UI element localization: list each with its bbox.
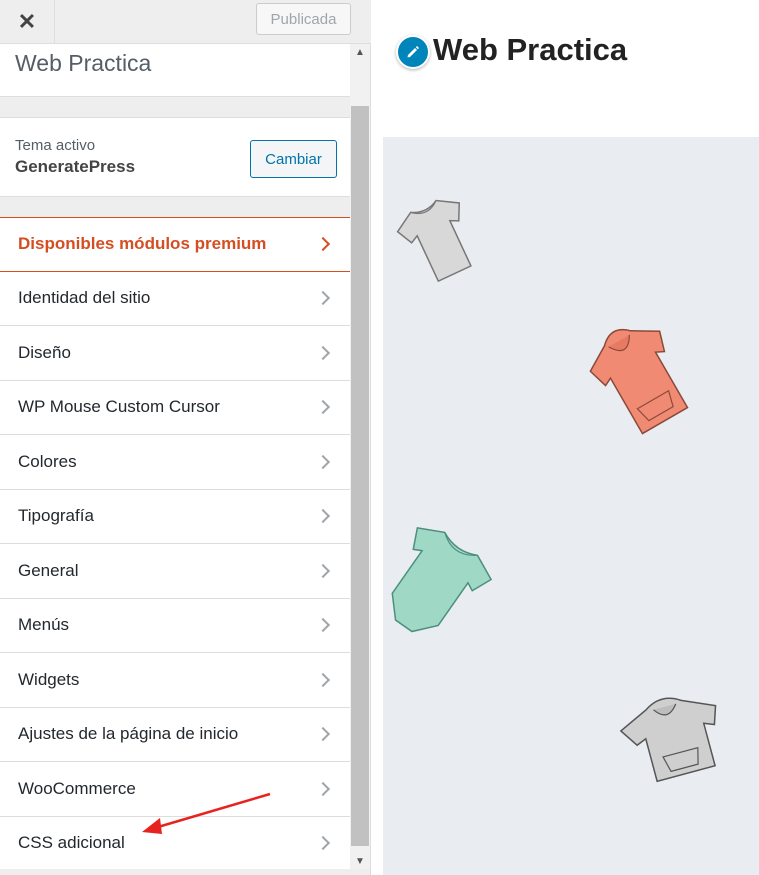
customizer-sidebar: ✕ Publicada Web Practica Tema activo Gen… — [0, 0, 371, 875]
pencil-icon[interactable] — [396, 35, 430, 69]
menu-item[interactable]: WP Mouse Custom Cursor — [0, 380, 350, 435]
menu-item[interactable]: General — [0, 544, 350, 599]
site-title-box: Web Practica — [0, 44, 350, 97]
preview-site-title[interactable]: Web Practica — [433, 32, 627, 68]
customizer-menu: Disponibles módulos premium Identidad del… — [0, 217, 350, 869]
customizer-header: ✕ Publicada — [0, 0, 371, 44]
menu-item[interactable]: Diseño — [0, 326, 350, 381]
chevron-right-icon — [315, 400, 331, 415]
chevron-right-icon — [315, 563, 331, 578]
menu-item[interactable]: Identidad del sitio — [0, 271, 350, 326]
menu-item-label: Widgets — [18, 669, 80, 689]
menu-item[interactable]: Disponibles módulos premium — [0, 217, 350, 272]
gray-tshirt-image — [396, 199, 472, 283]
chevron-right-icon — [315, 836, 331, 851]
menu-item[interactable]: Widgets — [0, 653, 350, 708]
site-preview: Web Practica — [371, 0, 759, 875]
change-theme-button[interactable]: Cambiar — [250, 140, 337, 178]
site-title: Web Practica — [15, 50, 152, 76]
preview-hero-image — [383, 137, 759, 875]
chevron-right-icon — [315, 509, 331, 524]
menu-item-label: Menús — [18, 615, 70, 635]
menu-item-label: General — [18, 560, 79, 580]
menu-item[interactable]: WooCommerce — [0, 762, 350, 817]
preview-header: Web Practica — [371, 0, 759, 111]
customizer-panel: Web Practica Tema activo GeneratePress C… — [0, 44, 350, 869]
scroll-down-icon[interactable]: ▼ — [350, 853, 370, 869]
menu-item-label: Diseño — [18, 342, 71, 362]
chevron-right-icon — [315, 672, 331, 687]
chevron-right-icon — [315, 291, 331, 306]
scroll-thumb[interactable] — [351, 106, 369, 846]
menu-item-label: CSS adicional — [18, 833, 125, 853]
chevron-right-icon — [315, 727, 331, 742]
menu-item[interactable]: Colores — [0, 435, 350, 490]
menu-item[interactable]: Menús — [0, 598, 350, 653]
chevron-right-icon — [315, 454, 331, 469]
menu-item-label: WooCommerce — [18, 778, 136, 798]
coral-hoodie-image — [589, 328, 689, 435]
chevron-right-icon — [315, 618, 331, 633]
spacer — [0, 97, 350, 117]
scroll-up-icon[interactable]: ▲ — [350, 44, 370, 60]
close-icon[interactable]: ✕ — [0, 0, 55, 44]
menu-item-label: Colores — [18, 451, 77, 471]
mint-bodysuit-image — [391, 527, 493, 633]
menu-item-label: Tipografía — [18, 506, 94, 526]
menu-item-label: Identidad del sitio — [18, 288, 151, 308]
chevron-right-icon — [315, 781, 331, 796]
menu-item-label: Ajustes de la página de inicio — [18, 724, 239, 744]
menu-item-label: Disponibles módulos premium — [18, 234, 267, 254]
chevron-right-icon — [315, 345, 331, 360]
menu-item-label: WP Mouse Custom Cursor — [18, 397, 220, 417]
spacer — [0, 197, 350, 217]
publish-button[interactable]: Publicada — [256, 3, 351, 35]
sidebar-scrollbar[interactable]: ▲ ▼ — [350, 44, 370, 869]
menu-item[interactable]: Ajustes de la página de inicio — [0, 707, 350, 762]
pencil-icon-glyph — [407, 46, 419, 58]
gray-hoodie-image — [619, 697, 717, 783]
menu-item[interactable]: CSS adicional — [0, 816, 350, 869]
menu-item[interactable]: Tipografía — [0, 489, 350, 544]
chevron-right-icon — [315, 237, 331, 252]
active-theme-section: Tema activo GeneratePress Cambiar — [0, 117, 350, 197]
